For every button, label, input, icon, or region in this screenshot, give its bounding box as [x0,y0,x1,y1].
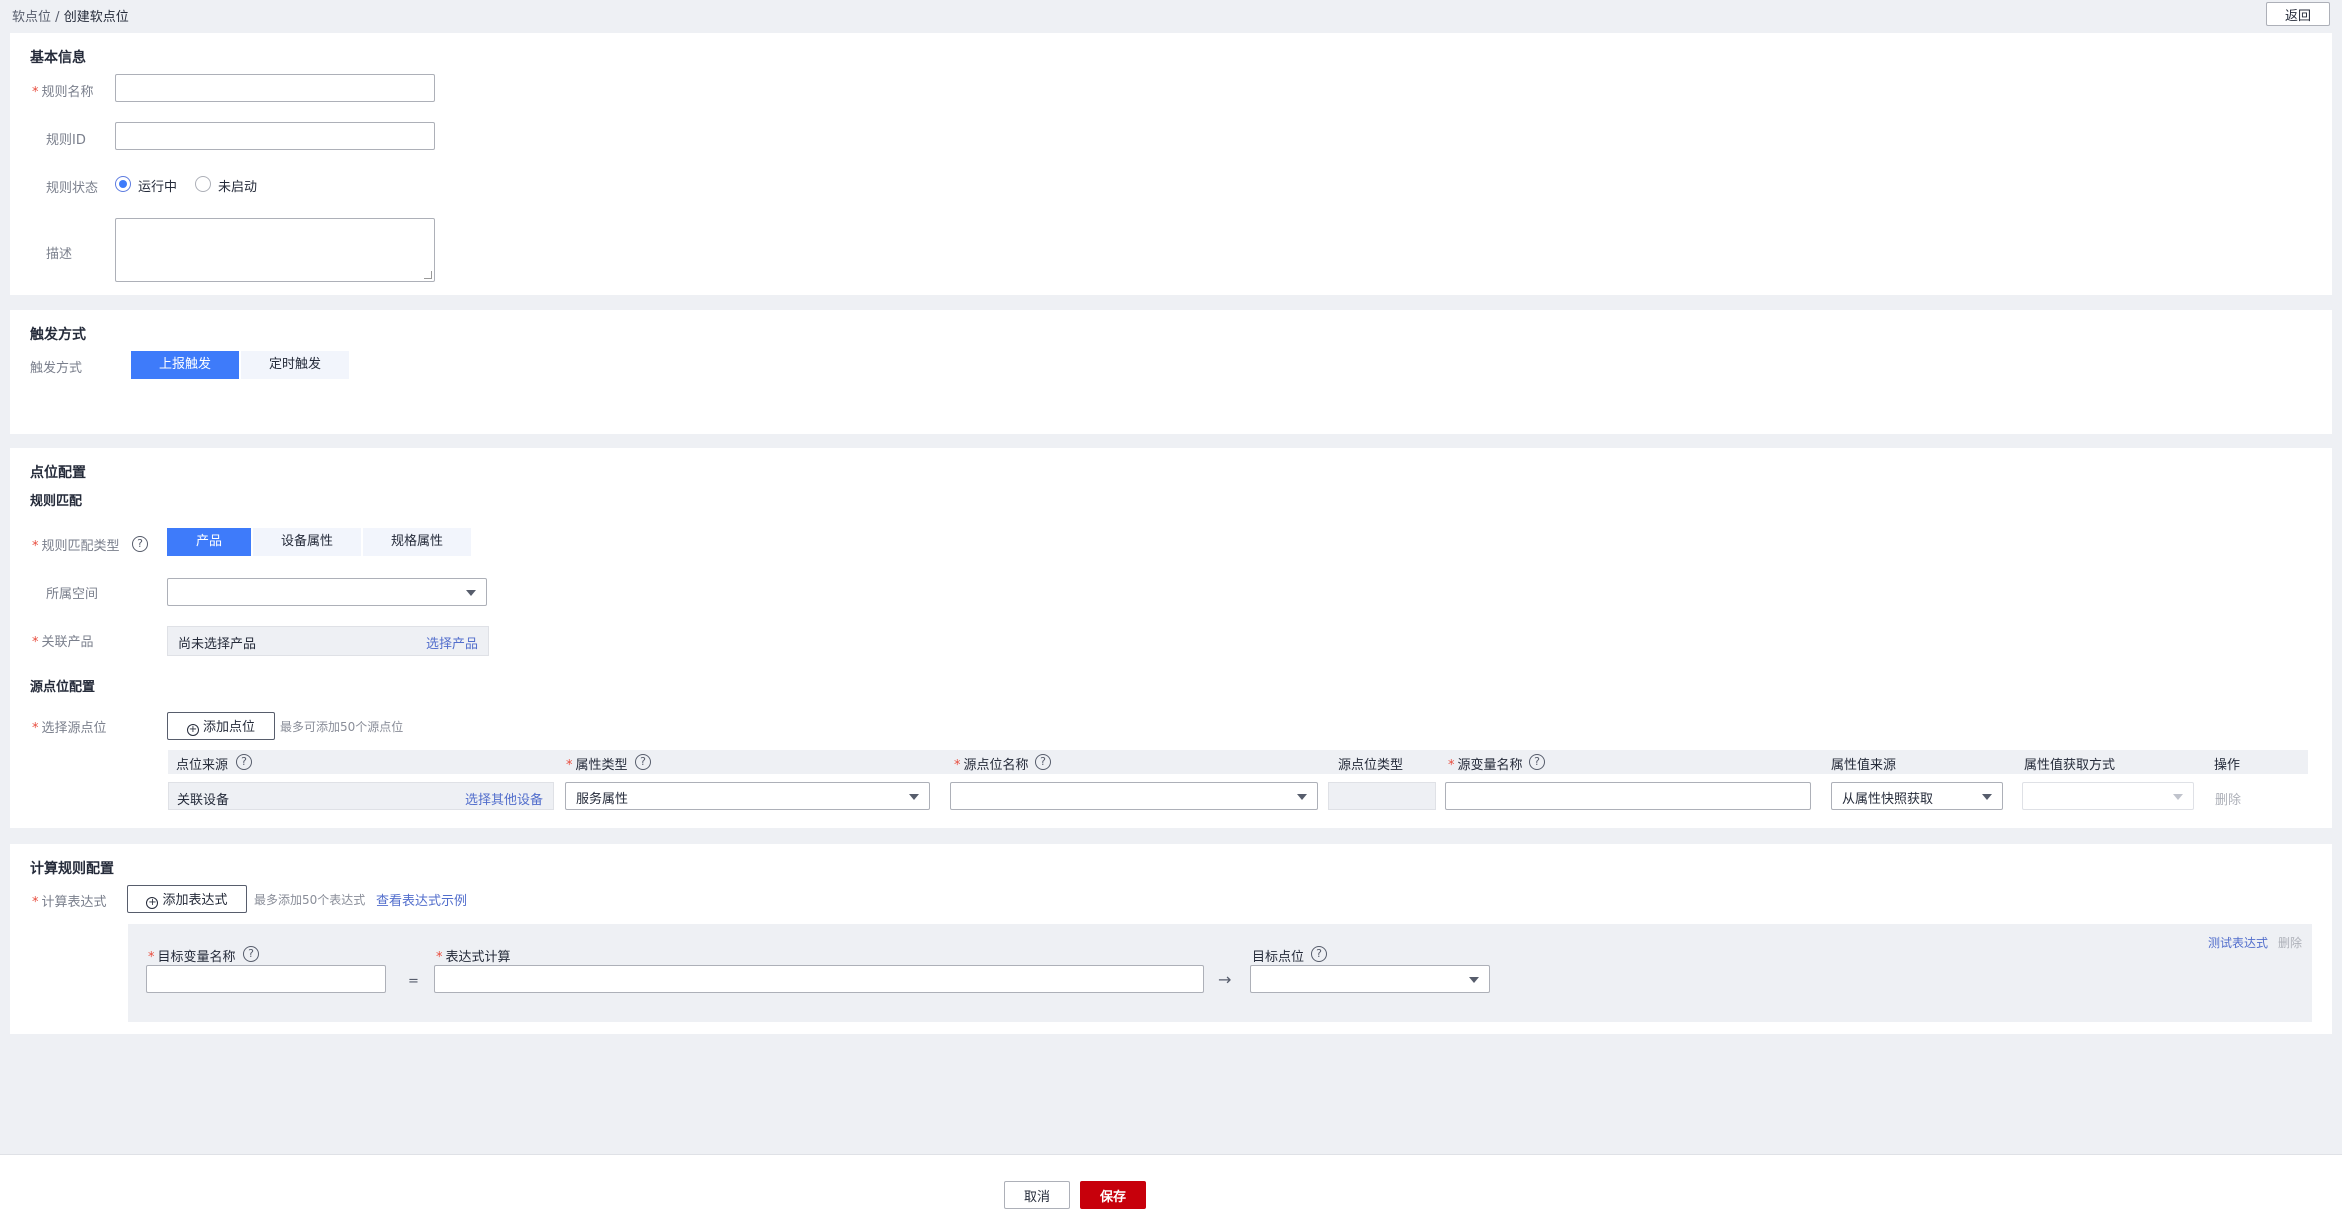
target-var-input[interactable] [146,965,386,993]
source-point-name-select[interactable] [950,782,1318,810]
help-icon[interactable]: ? [635,754,651,770]
select-product-link[interactable]: 选择产品 [426,633,478,652]
match-type-label: * 规则匹配类型 [32,539,120,554]
help-icon[interactable]: ? [132,536,148,552]
basic-info-title: 基本信息 [30,50,86,66]
source-table-header: 点位来源 ? * 属性类型 ? * 源点位名称 ? 源点位类型 * 源变量名称 ? 属… [168,750,2308,774]
rule-name-label: * 规则名称 [32,85,94,100]
description-textarea[interactable] [115,218,435,282]
trigger-panel: 触发方式 触发方式 上报触发 定时触发 [10,310,2332,434]
trigger-title: 触发方式 [30,327,86,343]
resize-handle-icon[interactable] [424,271,432,279]
col-operation: 操作 [2214,758,2241,773]
chevron-down-icon [909,794,919,800]
match-product-option[interactable]: 产品 [167,528,251,556]
select-other-device-link[interactable]: 选择其他设备 [465,789,543,808]
expression-item: 测试表达式 删除 * 目标变量名称 ? = * 表达式计算 → 目标点位 ? [128,924,2312,1022]
help-icon[interactable]: ? [1311,946,1327,962]
back-button[interactable]: 返回 [2266,2,2330,26]
trigger-report-option[interactable]: 上报触发 [131,351,239,379]
arrow-right-icon: → [1218,970,1232,989]
chevron-down-icon [2173,794,2183,800]
cancel-button[interactable]: 取消 [1004,1181,1070,1209]
description-label: 描述 [46,247,73,262]
breadcrumb: 软点位 / 创建软点位 [12,6,129,25]
chevron-down-icon [1297,794,1307,800]
plus-circle-icon: + [146,897,159,909]
product-label: * 关联产品 [32,635,94,650]
space-select[interactable] [167,578,487,606]
target-var-label: * 目标变量名称 [148,950,236,965]
product-field: 尚未选择产品 选择产品 [167,626,489,656]
rule-match-subtitle: 规则匹配 [30,494,83,509]
source-config-title: 源点位配置 [30,680,96,695]
footer-bar: 取消 保存 [0,1154,2342,1214]
trigger-timed-option[interactable]: 定时触发 [241,351,349,379]
attr-type-select[interactable]: 服务属性 [565,782,930,810]
test-expression-link[interactable]: 测试表达式 [2208,934,2268,951]
chevron-down-icon [1982,794,1992,800]
target-point-select[interactable] [1250,965,1490,993]
help-icon[interactable]: ? [243,946,259,962]
match-device-attr-option[interactable]: 设备属性 [253,528,361,556]
add-expression-button[interactable]: + 添加表达式 [127,885,247,913]
delete-row-link[interactable]: 删除 [2215,789,2241,808]
rule-name-input[interactable] [115,74,435,102]
expr-calc-label: * 表达式计算 [436,950,511,965]
help-icon[interactable]: ? [1035,754,1051,770]
equals-sign: = [408,974,419,989]
help-icon[interactable]: ? [1529,754,1545,770]
source-point-type-field [1328,782,1436,810]
status-running-text: 运行中 [138,180,178,195]
col-source-var-name: * 源变量名称 [1448,758,1523,773]
value-method-select[interactable] [2022,782,2194,810]
add-expr-hint: 最多添加50个表达式 [254,893,366,907]
col-source-point-type: 源点位类型 [1338,758,1404,773]
chevron-down-icon [466,590,476,596]
chevron-down-icon [1469,977,1479,983]
point-config-title: 点位配置 [30,465,86,481]
breadcrumb-current: 创建软点位 [63,10,129,25]
expr-calc-input[interactable] [434,965,1204,993]
expr-label: * 计算表达式 [32,895,107,910]
value-source-select[interactable]: 从属性快照获取 [1831,782,2003,810]
delete-expression-link[interactable]: 删除 [2278,934,2302,951]
point-source-value: 关联设备 [177,793,230,808]
col-attr-type: * 属性类型 [566,758,628,773]
status-stopped-text: 未启动 [218,180,258,195]
space-label: 所属空间 [46,587,99,602]
help-icon[interactable]: ? [236,754,252,770]
point-source-field: 关联设备 选择其他设备 [168,782,554,810]
rule-id-label: 规则ID [46,133,86,148]
product-value: 尚未选择产品 [178,637,257,652]
status-stopped-radio[interactable] [195,176,211,192]
rule-status-label: 规则状态 [46,181,99,196]
col-source-point-name: * 源点位名称 [954,758,1029,773]
save-button[interactable]: 保存 [1080,1181,1146,1209]
col-point-source: 点位来源 [176,758,229,773]
match-spec-attr-option[interactable]: 规格属性 [363,528,471,556]
select-source-label: * 选择源点位 [32,721,107,736]
col-value-method: 属性值获取方式 [2024,758,2116,773]
calc-rule-title: 计算规则配置 [30,861,114,877]
plus-circle-icon: + [186,724,199,736]
view-example-link[interactable]: 查看表达式示例 [376,890,467,909]
rule-id-input[interactable] [115,122,435,150]
add-point-button[interactable]: + 添加点位 [167,712,275,740]
breadcrumb-separator: / [55,10,60,25]
col-value-source: 属性值来源 [1831,758,1897,773]
basic-info-panel: 基本信息 * 规则名称 规则ID 规则状态 运行中 未启动 描述 [10,33,2332,295]
add-point-hint: 最多可添加50个源点位 [280,720,404,734]
trigger-label: 触发方式 [30,361,83,376]
top-bar: 软点位 / 创建软点位 返回 [0,0,2342,27]
status-running-radio[interactable] [115,176,131,192]
target-point-label: 目标点位 [1252,950,1305,965]
source-var-name-input[interactable] [1445,782,1811,810]
breadcrumb-parent[interactable]: 软点位 [12,10,51,25]
